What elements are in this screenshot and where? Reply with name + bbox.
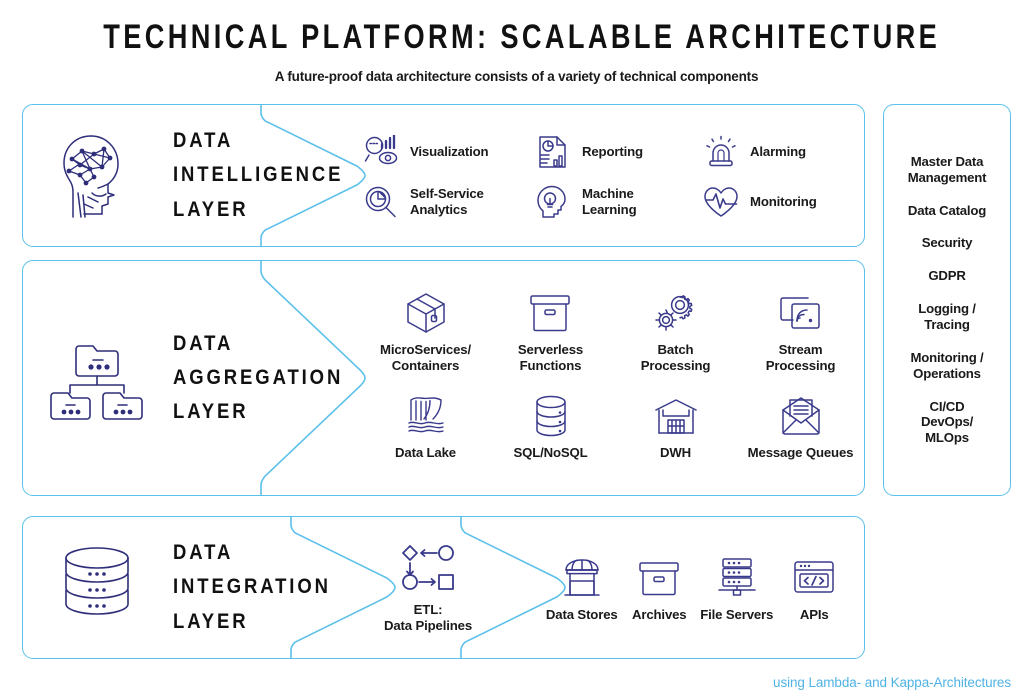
data-aggregation-layer-panel: DATA AGGREGATION LAYER MicroServices/Con… bbox=[22, 260, 865, 496]
warehouse-icon bbox=[654, 394, 698, 438]
waterfall-icon bbox=[404, 394, 448, 438]
siren-alarm-icon bbox=[703, 134, 739, 170]
sidebar-item-monitoring-operations[interactable]: Monitoring / Operations bbox=[910, 350, 983, 382]
feature-serverless-functions[interactable]: Serverless Functions bbox=[518, 291, 583, 374]
data-aggregation-features: MicroServices/Containers Serverless Funct… bbox=[363, 285, 863, 475]
sidebar-item-gdpr[interactable]: GDPR bbox=[928, 268, 966, 284]
feature-label: Monitoring bbox=[750, 194, 817, 210]
server-rack-icon bbox=[715, 556, 759, 600]
feature-label: File Servers bbox=[700, 606, 774, 622]
sidebar-item-cicd-devops-mlops[interactable]: CI/CD DevOps/MLOps bbox=[921, 399, 973, 447]
feature-apis[interactable]: APIs bbox=[792, 556, 836, 623]
architecture-diagram: DATA INTELLIGENCE LAYER Visualization Re… bbox=[0, 0, 1033, 700]
feature-label: Data Lake bbox=[395, 445, 456, 461]
stacked-database-icon bbox=[49, 546, 145, 630]
feature-label: Batch Processing bbox=[640, 342, 711, 373]
data-intelligence-layer-panel: DATA INTELLIGENCE LAYER Visualization Re… bbox=[22, 104, 865, 247]
feature-data-lake[interactable]: Data Lake bbox=[395, 394, 456, 461]
data-integration-layer-heading: DATA INTEGRATION LAYER bbox=[23, 517, 352, 658]
feature-label: SQL/NoSQL bbox=[513, 445, 588, 461]
archive-box-icon bbox=[637, 556, 681, 600]
folder-hierarchy-icon bbox=[49, 330, 145, 426]
sidebar-item-security[interactable]: Security bbox=[922, 235, 973, 251]
envelope-message-icon bbox=[779, 394, 823, 438]
data-aggregation-layer-heading: DATA AGGREGATION LAYER bbox=[23, 261, 366, 495]
feature-reporting[interactable]: Reporting bbox=[535, 134, 703, 170]
feature-sql-nosql[interactable]: SQL/NoSQL bbox=[513, 394, 588, 461]
feature-label: Visualization bbox=[410, 144, 489, 160]
package-box-icon bbox=[404, 291, 448, 335]
feature-alarming[interactable]: Alarming bbox=[703, 134, 863, 170]
stream-cast-icon bbox=[778, 291, 822, 335]
feature-label: Data Stores bbox=[545, 606, 618, 622]
feature-label: ETL: Data Pipelines bbox=[383, 602, 473, 633]
feature-machine-learning[interactable]: Machine Learning bbox=[535, 184, 703, 220]
feature-label: Archives bbox=[631, 606, 687, 622]
feature-label: Message Queues bbox=[747, 445, 854, 461]
cross-cutting-concerns-panel: Master Data Management Data Catalog Secur… bbox=[883, 104, 1011, 496]
data-integration-layer-panel: DATA INTEGRATION LAYER ETL: Data Pipeline… bbox=[22, 516, 865, 659]
feature-label: MicroServices/Containers bbox=[380, 342, 471, 373]
sidebar-item-master-data-management[interactable]: Master Data Management bbox=[908, 154, 987, 186]
api-code-window-icon bbox=[792, 556, 836, 600]
feature-data-stores[interactable]: Data Stores bbox=[546, 556, 618, 623]
feature-microservices-containers[interactable]: MicroServices/Containers bbox=[380, 291, 471, 374]
storage-box-icon bbox=[528, 291, 572, 335]
etl-flow-diagram-icon bbox=[398, 541, 458, 595]
feature-dwh[interactable]: DWH bbox=[654, 394, 698, 461]
feature-label: Serverless Functions bbox=[517, 342, 584, 373]
pie-chart-magnifier-icon bbox=[363, 184, 399, 220]
data-aggregation-layer-title: DATA AGGREGATION LAYER bbox=[173, 331, 344, 423]
sidebar-item-logging-tracing[interactable]: Logging / Tracing bbox=[918, 301, 976, 333]
feature-label: Stream Processing bbox=[765, 342, 836, 373]
data-integration-layer-title: DATA INTEGRATION LAYER bbox=[173, 541, 331, 633]
report-document-chart-icon bbox=[535, 134, 571, 170]
feature-label: Self-Service Analytics bbox=[410, 186, 484, 217]
database-cylinder-icon bbox=[529, 394, 573, 438]
feature-message-queues[interactable]: Message Queues bbox=[747, 394, 854, 461]
data-integration-features: Data Stores Archives File Servers APIs bbox=[543, 543, 853, 635]
data-intelligence-features: Visualization Reporting Alarming Self-Se… bbox=[363, 127, 863, 227]
feature-visualization[interactable]: Visualization bbox=[363, 134, 535, 170]
feature-label: DWH bbox=[659, 445, 692, 461]
feature-self-service-analytics[interactable]: Self-Service Analytics bbox=[363, 184, 535, 220]
head-lightbulb-icon bbox=[535, 184, 571, 220]
feature-file-servers[interactable]: File Servers bbox=[700, 556, 773, 623]
data-intelligence-layer-heading: DATA INTELLIGENCE LAYER bbox=[23, 105, 367, 246]
feature-archives[interactable]: Archives bbox=[632, 556, 687, 623]
feature-stream-processing[interactable]: Stream Processing bbox=[765, 291, 836, 374]
data-intelligence-layer-title: DATA INTELLIGENCE LAYER bbox=[173, 129, 344, 221]
feature-label: Reporting bbox=[582, 144, 643, 160]
feature-etl-data-pipelines[interactable]: ETL: Data Pipelines bbox=[353, 541, 503, 634]
feature-label: Machine Learning bbox=[582, 186, 637, 217]
feature-monitoring[interactable]: Monitoring bbox=[703, 184, 863, 220]
gears-icon bbox=[653, 291, 697, 335]
feature-batch-processing[interactable]: Batch Processing bbox=[640, 291, 711, 374]
storefront-icon bbox=[560, 556, 604, 600]
magnifier-chart-eye-icon bbox=[363, 134, 399, 170]
footer-note: using Lambda- and Kappa-Architectures bbox=[773, 675, 1011, 690]
head-brain-network-icon bbox=[49, 131, 145, 221]
feature-label: Alarming bbox=[750, 144, 806, 160]
heart-pulse-icon bbox=[703, 184, 739, 220]
feature-label: APIs bbox=[799, 606, 829, 622]
sidebar-item-data-catalog[interactable]: Data Catalog bbox=[908, 203, 986, 219]
